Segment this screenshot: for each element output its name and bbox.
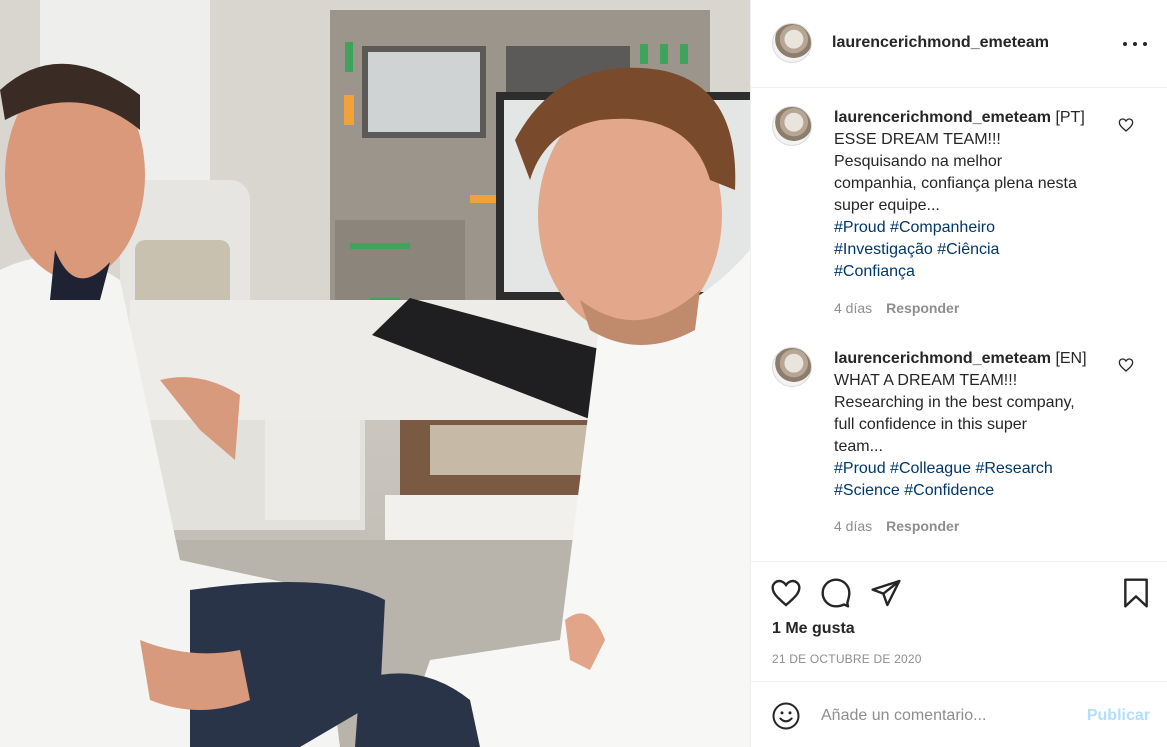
hashtag-link[interactable]: #Science xyxy=(834,482,900,499)
paper-plane-icon[interactable] xyxy=(870,577,902,609)
comment-username[interactable]: laurencerichmond_emeteam xyxy=(834,350,1051,367)
comment-text: laurencerichmond_emeteam [PT] ESSE DREAM… xyxy=(834,107,1104,283)
more-horizontal-icon[interactable] xyxy=(1123,34,1147,54)
heart-icon[interactable] xyxy=(1118,117,1134,133)
comment-meta: 4 días Responder xyxy=(834,518,959,534)
publish-button[interactable]: Publicar xyxy=(1087,707,1150,725)
comment-line: [EN] xyxy=(1055,350,1087,367)
comment-line: Pesquisando na melhor xyxy=(834,153,1003,170)
post-header: laurencerichmond_emeteam xyxy=(751,0,1167,88)
comment-time[interactable]: 4 días xyxy=(834,300,872,316)
comment-bubble-icon[interactable] xyxy=(820,577,852,609)
comment-line: [PT] xyxy=(1055,109,1085,126)
hashtag-link[interactable]: #Investigação xyxy=(834,241,933,258)
add-comment-bar: Publicar xyxy=(751,681,1167,747)
hashtag-link[interactable]: #Research xyxy=(975,460,1052,477)
post-photo[interactable] xyxy=(0,0,750,747)
hashtag-link[interactable]: #Colleague xyxy=(890,460,971,477)
hashtag-link[interactable]: #Ciência xyxy=(937,241,999,258)
hashtag-link[interactable]: #Companheiro xyxy=(890,219,995,236)
comment-time[interactable]: 4 días xyxy=(834,518,872,534)
smiley-icon[interactable] xyxy=(771,701,801,731)
author-avatar[interactable] xyxy=(772,23,812,63)
comment-line: team... xyxy=(834,438,883,455)
author-username[interactable]: laurencerichmond_emeteam xyxy=(832,34,1049,52)
likes-count[interactable]: 1 Me gusta xyxy=(772,620,855,638)
bookmark-icon[interactable] xyxy=(1120,577,1152,609)
comments-list: laurencerichmond_emeteam [PT] ESSE DREAM… xyxy=(751,88,1167,562)
comment-line: full confidence in this super xyxy=(834,416,1027,433)
comment-line: Researching in the best company, xyxy=(834,394,1075,411)
comment-input[interactable] xyxy=(821,702,1071,730)
post-date[interactable]: 21 DE OCTUBRE DE 2020 xyxy=(772,652,922,666)
hashtag-link[interactable]: #Proud xyxy=(834,219,886,236)
commenter-avatar[interactable] xyxy=(772,347,812,387)
hashtag-link[interactable]: #Confidence xyxy=(904,482,994,499)
hashtag-link[interactable]: #Confiança xyxy=(834,263,915,280)
comment-line: super equipe... xyxy=(834,197,940,214)
comment-line: companhia, confiança plena nesta xyxy=(834,175,1077,192)
comment-line: ESSE DREAM TEAM!!! xyxy=(834,131,1001,148)
lab-scene-illustration xyxy=(0,0,750,747)
hashtag-link[interactable]: #Proud xyxy=(834,460,886,477)
post-actions: 1 Me gusta 21 DE OCTUBRE DE 2020 xyxy=(751,563,1167,680)
heart-icon[interactable] xyxy=(770,577,802,609)
post-side-panel: laurencerichmond_emeteam laurencerichmon… xyxy=(750,0,1167,747)
commenter-avatar[interactable] xyxy=(772,106,812,146)
comment-line: WHAT A DREAM TEAM!!! xyxy=(834,372,1018,389)
heart-icon[interactable] xyxy=(1118,357,1134,373)
comment-meta: 4 días Responder xyxy=(834,300,959,316)
reply-button[interactable]: Responder xyxy=(886,300,959,316)
comment-username[interactable]: laurencerichmond_emeteam xyxy=(834,109,1051,126)
reply-button[interactable]: Responder xyxy=(886,518,959,534)
comment-text: laurencerichmond_emeteam [EN] WHAT A DRE… xyxy=(834,348,1104,502)
